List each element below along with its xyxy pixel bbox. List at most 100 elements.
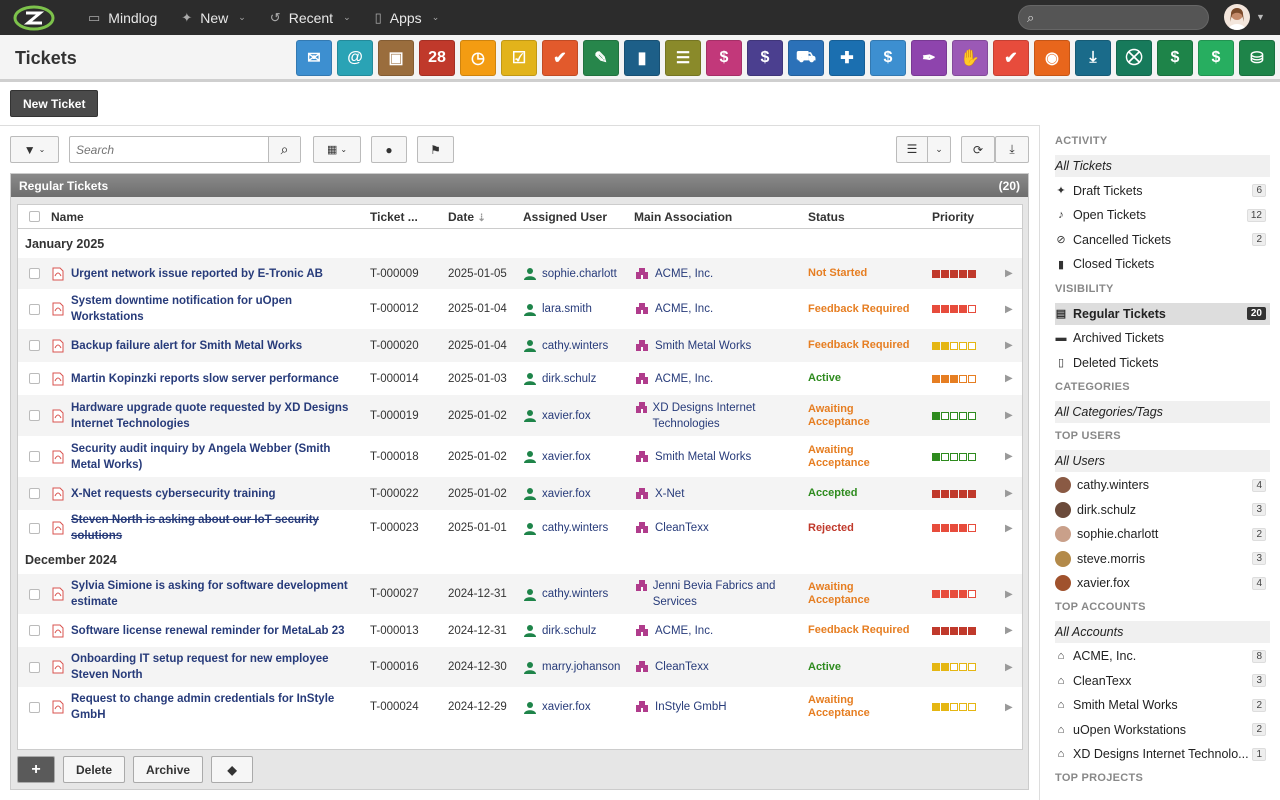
row-checkbox[interactable] (29, 373, 40, 384)
play-icon[interactable]: ▶ (1005, 488, 1013, 499)
col-date[interactable]: Date ⇣ (448, 210, 486, 224)
table-row[interactable]: Security audit inquiry by Angela Webber … (18, 436, 1022, 477)
ticket-name-link[interactable]: X-Net requests cybersecurity training (71, 486, 361, 502)
shop-app-icon[interactable]: ⛒ (1116, 40, 1152, 76)
table-row[interactable]: System downtime notification for uOpen W… (18, 289, 1022, 329)
table-row[interactable]: X-Net requests cybersecurity training T-0… (18, 477, 1022, 510)
ticket-name-link[interactable]: Steven North is asking about our IoT sec… (71, 512, 361, 544)
row-checkbox[interactable] (29, 588, 40, 600)
broadcast-app-icon[interactable]: ◉ (1034, 40, 1070, 76)
table-row[interactable]: Backup failure alert for Smith Metal Wor… (18, 329, 1022, 362)
table-row[interactable]: Urgent network issue reported by E-Troni… (18, 258, 1022, 289)
row-checkbox[interactable] (29, 701, 40, 713)
col-priority[interactable]: Priority (932, 210, 974, 224)
assigned-user-link[interactable]: dirk.schulz (524, 372, 596, 385)
table-row[interactable]: Onboarding IT setup request for new empl… (18, 647, 1022, 687)
delivery-app-icon[interactable]: ⛟ (788, 40, 824, 76)
select-all-checkbox[interactable] (29, 211, 40, 222)
association-link[interactable]: ACME, Inc. (635, 623, 795, 639)
tag-button[interactable]: ◆ (211, 756, 254, 783)
address-app-icon[interactable]: @ (337, 40, 373, 76)
association-link[interactable]: XD Designs Internet Technologies (635, 400, 795, 432)
nav-recent[interactable]: ↺ Recent ⌄ (258, 0, 363, 35)
tasks-app-icon[interactable]: ☑ (501, 40, 537, 76)
table-row[interactable]: Hardware upgrade quote requested by XD D… (18, 395, 1022, 436)
user-filter-button[interactable]: ● (371, 136, 407, 163)
nav-mindlog[interactable]: ▭ Mindlog (76, 0, 169, 35)
association-link[interactable]: CleanTexx (635, 659, 795, 675)
row-checkbox[interactable] (29, 488, 40, 499)
sidebar-item-activity[interactable]: ⊘ Cancelled Tickets 2 (1055, 229, 1270, 251)
assigned-user-link[interactable]: xavier.fox (524, 450, 591, 463)
table-row[interactable]: Request to change admin credentials for … (18, 687, 1022, 727)
filter-dropdown-button[interactable]: ▼ ⌄ (10, 136, 59, 163)
search-input[interactable] (70, 137, 268, 162)
sidebar-item-account[interactable]: ⌂ ACME, Inc. 8 (1055, 645, 1270, 667)
assigned-user-link[interactable]: lara.smith (524, 303, 592, 316)
sidebar-item-user[interactable]: dirk.schulz 3 (1055, 499, 1270, 521)
archive-button[interactable]: Archive (133, 756, 204, 783)
play-icon[interactable]: ▶ (1005, 373, 1013, 384)
sidebar-item-account[interactable]: ⌂ Smith Metal Works 2 (1055, 694, 1270, 716)
ticket-name-link[interactable]: Urgent network issue reported by E-Troni… (71, 266, 361, 282)
support-app-icon[interactable]: ✚ (829, 40, 865, 76)
date-filter-button[interactable]: ▦ ⌄ (313, 136, 361, 163)
deals-app-icon[interactable]: ✋ (952, 40, 988, 76)
row-checkbox[interactable] (29, 625, 40, 636)
assigned-user-link[interactable]: xavier.fox (524, 409, 591, 422)
association-link[interactable]: CleanTexx (635, 520, 795, 536)
col-main-association[interactable]: Main Association (634, 210, 732, 224)
assigned-user-link[interactable]: xavier.fox (524, 487, 591, 500)
sidebar-item-visibility[interactable]: ▯ Deleted Tickets (1055, 352, 1270, 374)
ticket-name-link[interactable]: Onboarding IT setup request for new empl… (71, 651, 361, 683)
nav-apps[interactable]: ▯ Apps ⌄ (363, 0, 452, 35)
play-icon[interactable]: ▶ (1005, 523, 1013, 534)
association-link[interactable]: Smith Metal Works (635, 338, 795, 354)
assigned-user-link[interactable]: sophie.charlott (524, 267, 617, 280)
ticket-name-link[interactable]: System downtime notification for uOpen W… (71, 293, 361, 325)
sidebar-item-all-users[interactable]: All Users (1055, 449, 1270, 472)
col-assigned-user[interactable]: Assigned User (523, 210, 607, 224)
app-logo-icon[interactable] (12, 0, 56, 35)
play-icon[interactable]: ▶ (1005, 410, 1013, 421)
play-icon[interactable]: ▶ (1005, 304, 1013, 315)
table-row[interactable]: Martin Kopinzki reports slow server perf… (18, 362, 1022, 395)
association-link[interactable]: Smith Metal Works (635, 449, 795, 465)
table-row[interactable]: Software license renewal reminder for Me… (18, 614, 1022, 647)
ticket-name-link[interactable]: Hardware upgrade quote requested by XD D… (71, 400, 361, 432)
assigned-user-link[interactable]: cathy.winters (524, 588, 608, 601)
bookmark-app-icon[interactable]: ▮ (624, 40, 660, 76)
sidebar-item-account[interactable]: ⌂ CleanTexx 3 (1055, 670, 1270, 692)
global-search-input[interactable]: ⌕ (1018, 5, 1209, 30)
refresh-button[interactable]: ⟳ (961, 136, 995, 163)
contacts-app-icon[interactable]: ▣ (378, 40, 414, 76)
row-checkbox[interactable] (29, 410, 40, 421)
mail-app-icon[interactable]: ✉ (296, 40, 332, 76)
sidebar-item-visibility[interactable]: ▤ Regular Tickets 20 (1055, 302, 1270, 325)
assigned-user-link[interactable]: cathy.winters (524, 339, 608, 352)
projects-app-icon[interactable]: ✔ (542, 40, 578, 76)
assigned-user-link[interactable]: cathy.winters (524, 522, 608, 535)
chevron-down-icon[interactable]: ▼ (1256, 12, 1265, 22)
ticket-name-link[interactable]: Software license renewal reminder for Me… (71, 623, 361, 639)
nav-new[interactable]: ✦ New ⌄ (169, 0, 257, 35)
ticket-name-link[interactable]: Security audit inquiry by Angela Webber … (71, 441, 361, 473)
finance-app-icon[interactable]: $ (1157, 40, 1193, 76)
timer-app-icon[interactable]: ◷ (460, 40, 496, 76)
play-icon[interactable]: ▶ (1005, 662, 1013, 673)
sidebar-item-account[interactable]: ⌂ uOpen Workstations 2 (1055, 719, 1270, 741)
sidebar-item-user[interactable]: xavier.fox 4 (1055, 572, 1270, 594)
sidebar-item-activity[interactable]: ▮ Closed Tickets (1055, 253, 1270, 275)
association-link[interactable]: InStyle GmbH (635, 699, 795, 715)
money-app-icon[interactable]: $ (870, 40, 906, 76)
col-ticket[interactable]: Ticket ... (370, 210, 418, 224)
col-name[interactable]: Name (51, 210, 84, 224)
sidebar-item-all-categories[interactable]: All Categories/Tags (1055, 401, 1270, 423)
sales-app-icon[interactable]: $ (706, 40, 742, 76)
association-link[interactable]: ACME, Inc. (635, 266, 795, 282)
add-button[interactable]: + (17, 756, 55, 783)
row-checkbox[interactable] (29, 451, 40, 462)
row-checkbox[interactable] (29, 522, 40, 534)
sidebar-item-all-tickets[interactable]: All Tickets (1055, 155, 1270, 177)
sidebar-item-user[interactable]: steve.morris 3 (1055, 548, 1270, 570)
